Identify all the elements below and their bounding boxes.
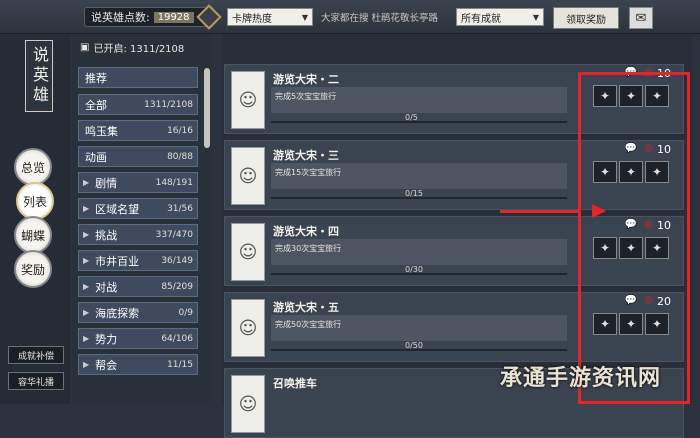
category-item[interactable]: ▶ 势力 64/106 [78,328,198,349]
chevron-right-icon: ▶ [83,230,90,239]
tab-butterfly[interactable]: 蝴蝶 [14,216,52,254]
category-item[interactable]: ▶ 市井百业 36/149 [78,250,198,271]
category-count: 85/209 [161,281,193,292]
progress-text: 0/30 [405,265,423,274]
category-count: 36/149 [161,255,193,266]
category-item[interactable]: ▶ 帮会 11/15 [78,354,198,375]
category-item[interactable]: ▶ 剧情 148/191 [78,172,198,193]
category-item[interactable]: 动画 80/88 [78,146,198,167]
highlight-box [578,72,690,404]
points-display: 说英雄点数: 19928 [84,7,214,27]
category-count: 148/191 [155,177,193,188]
points-label: 说英雄点数: [91,11,150,24]
category-name: 全部 [85,98,107,112]
highlight-arrow [500,210,578,213]
category-count: 64/106 [161,333,193,344]
arrow-head-icon [592,204,606,218]
chevron-right-icon: ▶ [83,334,90,343]
card-task: 完成15次宝宝旅行 [271,163,567,189]
opened-count: ▣ 已开启: 1311/2108 [80,42,185,55]
points-value: 19928 [153,11,194,23]
category-name: 区域名望 [95,202,140,216]
card-title: 游览大宋・五 [273,301,339,314]
category-count: 11/15 [167,359,193,370]
category-item[interactable]: ▶ 海底探索 0/9 [78,302,198,323]
scrollbar[interactable] [204,68,210,148]
portrait-icon: ☺ [231,223,265,281]
chevron-down-icon: ▼ [532,12,539,22]
category-name: 帮会 [95,358,118,372]
category-name: 海底探索 [95,306,140,320]
chevron-right-icon: ▶ [83,204,90,213]
category-name: 推荐 [85,71,107,85]
card-title: 游览大宋・三 [273,149,339,162]
filter-select[interactable]: 所有成就 ▼ [456,8,544,26]
category-name: 剧情 [95,176,118,190]
progress-text: 0/5 [405,113,418,122]
chevron-down-icon: ▼ [301,12,308,22]
portrait-icon: ☺ [231,71,265,129]
card-task: 完成30次宝宝旅行 [271,239,567,265]
progress-bar [271,121,567,123]
category-item[interactable]: ▶ 对战 85/209 [78,276,198,297]
category-name: 鸣玉集 [85,124,118,138]
card-task: 完成50次宝宝旅行 [271,315,567,341]
tab-reward[interactable]: 奖励 [14,250,52,288]
category-item[interactable]: 推荐 [78,67,198,88]
portrait-icon: ☺ [231,147,265,205]
chevron-right-icon: ▶ [83,282,90,291]
card-task: 完成5次宝宝旅行 [271,87,567,113]
tab-overview[interactable]: 总览 [14,148,52,186]
tab-list[interactable]: 列表 [16,182,54,220]
portrait-icon: ☺ [231,299,265,357]
chevron-right-icon: ▶ [83,360,90,369]
chevron-right-icon: ▶ [83,178,90,187]
chevron-right-icon: ▶ [83,256,90,265]
page-title: 说英雄 [25,40,53,112]
category-name: 挑战 [95,228,118,242]
mail-icon[interactable]: ✉ [629,7,653,29]
category-name: 对战 [95,280,118,294]
chest-icon: ▣ [80,42,90,53]
category-count: 16/16 [167,125,193,136]
category-count: 0/9 [178,307,193,318]
card-title: 召唤推车 [273,377,317,390]
progress-text: 0/15 [405,189,423,198]
category-count: 1311/2108 [144,99,193,110]
category-name: 市井百业 [95,254,140,268]
card-title: 游览大宋・二 [273,73,339,86]
search-input[interactable]: 大家都在搜 杜鹃花敬长亭路 [321,10,438,24]
category-name: 动画 [85,150,107,164]
category-item[interactable]: 鸣玉集 16/16 [78,120,198,141]
progress-text: 0/50 [405,341,423,350]
category-count: 80/88 [167,151,193,162]
portrait-icon: ☺ [231,375,265,433]
category-item[interactable]: ▶ 挑战 337/470 [78,224,198,245]
watermark: 承通手游资讯网 [500,366,662,391]
gift-button[interactable]: 容华礼播 [8,372,64,390]
sort-select[interactable]: 卡牌热度 ▼ [227,8,313,26]
card-title: 游览大宋・四 [273,225,339,238]
category-count: 337/470 [155,229,193,240]
compensation-button[interactable]: 成就补偿 [8,346,64,364]
category-item[interactable]: ▶ 区域名望 31/56 [78,198,198,219]
claim-reward-button[interactable]: 领取奖励 [553,7,619,29]
chevron-right-icon: ▶ [83,308,90,317]
category-name: 势力 [95,332,118,346]
category-item[interactable]: 全部 1311/2108 [78,94,198,115]
category-count: 31/56 [167,203,193,214]
